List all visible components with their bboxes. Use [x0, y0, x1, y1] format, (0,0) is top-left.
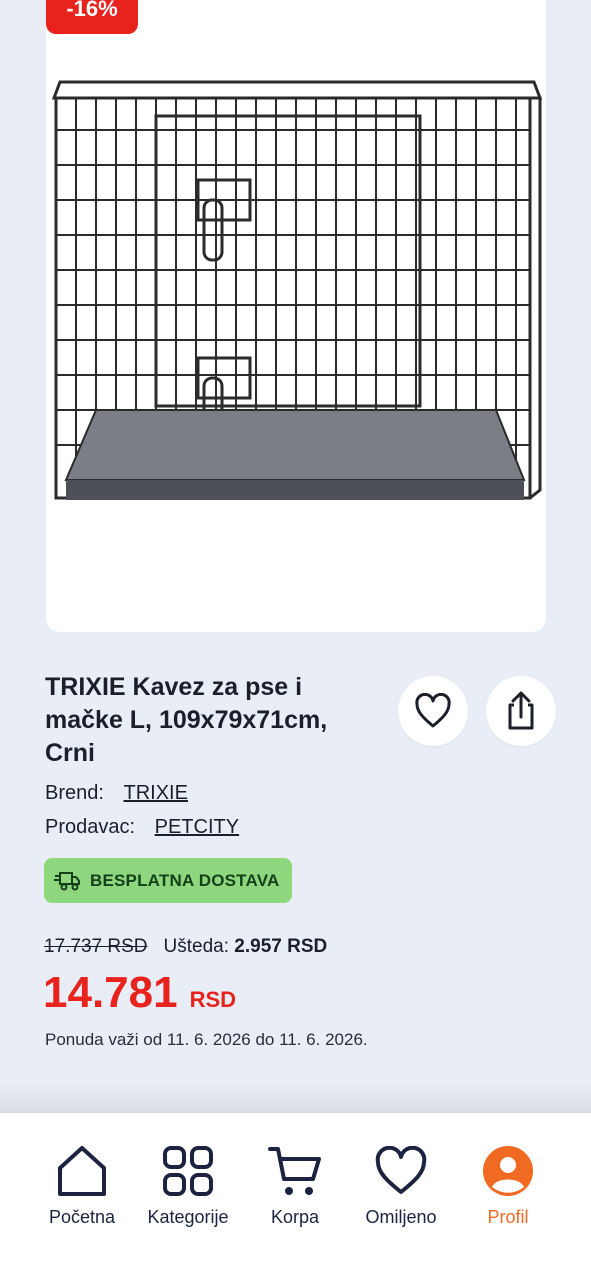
home-icon [58, 1146, 106, 1196]
favorite-button[interactable] [398, 676, 468, 746]
share-icon [508, 691, 534, 730]
current-price: 14.781 RSD [43, 968, 236, 1018]
nav-item-categories[interactable]: Kategorije [133, 1143, 243, 1228]
brand-label: Brend: [45, 782, 104, 804]
grid-icon [163, 1146, 213, 1196]
nav-label: Kategorije [147, 1207, 229, 1227]
heart-icon [375, 1146, 427, 1194]
free-shipping-badge: BESPLATNA DOSTAVA [44, 858, 292, 903]
share-button[interactable] [486, 676, 556, 746]
nav-label: Korpa [270, 1207, 320, 1227]
seller-row: Prodavac: PETCITY [45, 816, 239, 839]
savings-label: Ušteda: [163, 936, 229, 957]
bottom-navigation: Početna Kategorije Korpa Omiljeno Profil [0, 1112, 591, 1280]
product-title: TRIXIE Kavez za pse i mačke L, 109x79x71… [45, 673, 328, 767]
product-image-card[interactable] [46, 0, 546, 632]
brand-link[interactable]: TRIXIE [124, 782, 188, 804]
nav-item-profile[interactable]: Profil [453, 1143, 563, 1228]
profile-icon [483, 1146, 533, 1196]
shipping-badge-label: BESPLATNA DOSTAVA [90, 870, 280, 890]
truck-icon [54, 871, 80, 890]
price-currency: RSD [189, 987, 237, 1012]
cart-icon [268, 1147, 321, 1195]
nav-item-favorites[interactable]: Omiljeno [346, 1143, 456, 1228]
nav-label: Početna [48, 1207, 116, 1227]
content-divider [0, 1080, 591, 1114]
nav-item-cart[interactable]: Korpa [240, 1143, 350, 1228]
price-row: 17.737 RSD Ušteda: 2.957 RSD [44, 936, 327, 958]
price-amount: 14.781 [43, 968, 178, 1017]
nav-item-home[interactable]: Početna [27, 1143, 137, 1228]
seller-label: Prodavac: [45, 816, 136, 838]
brand-row: Brend: TRIXIE [45, 782, 188, 805]
discount-badge: -16% [46, 0, 138, 34]
old-price: 17.737 RSD [44, 936, 148, 957]
seller-link[interactable]: PETCITY [155, 816, 239, 838]
product-image[interactable] [46, 0, 546, 612]
offer-validity-note: Ponuda važi od 11. 6. 2026 do 11. 6. 202… [45, 1030, 368, 1049]
savings-value: 2.957 RSD [234, 936, 328, 957]
nav-label: Omiljeno [365, 1207, 437, 1227]
heart-icon [415, 693, 451, 728]
nav-label: Profil [487, 1207, 529, 1227]
